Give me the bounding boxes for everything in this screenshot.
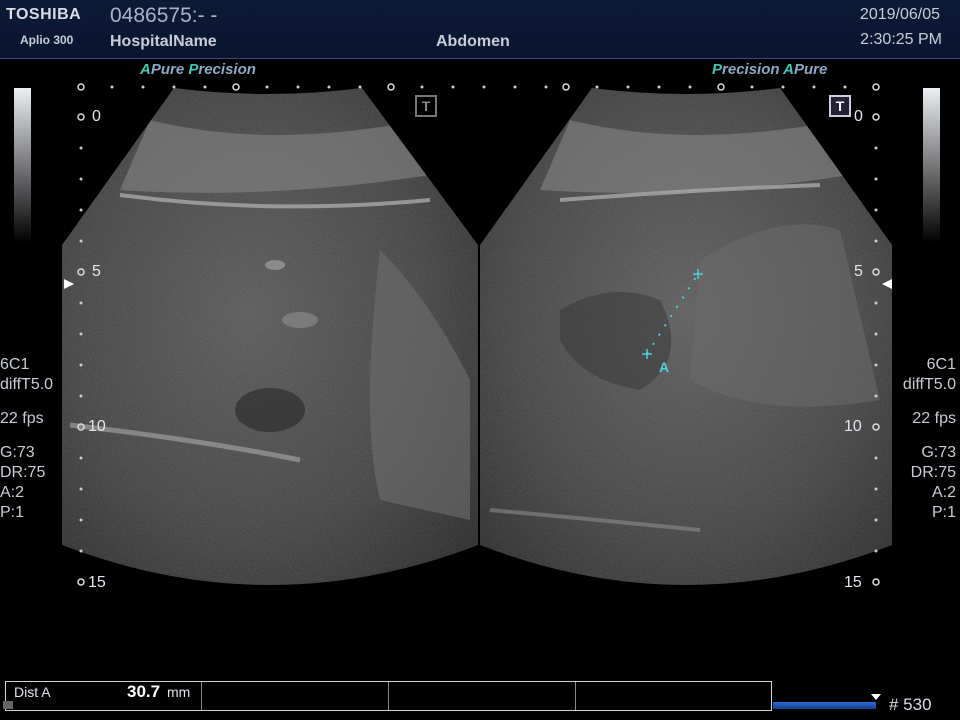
measurement-label: Dist A (14, 684, 51, 700)
grayscale-bar-left (14, 88, 31, 243)
dynamic-range-label: DR:75 (0, 464, 46, 481)
settings-panel-right: 6C1 diffT5.0 22 fps G:73 DR:75 A:2 P:1 (903, 355, 956, 523)
cine-progress-bar[interactable] (773, 702, 876, 709)
probe-label: 6C1 (0, 356, 30, 373)
depth-label-5-left: 5 (92, 263, 101, 280)
caliper-label: A (659, 359, 670, 375)
cine-position-marker[interactable] (871, 694, 881, 700)
fps-label: 22 fps (0, 410, 44, 427)
gain-label: G:73 (921, 444, 956, 461)
ultrasound-image-left (62, 88, 478, 585)
depth-label-5-right: 5 (854, 263, 863, 280)
grayscale-bar-right (923, 88, 940, 243)
mode-label: diffT5.0 (0, 376, 54, 393)
measurement-table: Dist A 30.7 mm (5, 681, 772, 711)
depth-label-10-left: 10 (88, 418, 106, 435)
depth-label-15-left: 15 (88, 574, 106, 591)
transducer-orientation-right[interactable]: T (829, 95, 851, 117)
depth-label-10-right: 10 (844, 418, 862, 435)
probe-label: 6C1 (926, 356, 956, 373)
lateral-scale (110, 83, 847, 91)
fps-label: 22 fps (912, 410, 956, 427)
settings-panel-left: 6C1 diffT5.0 22 fps G:73 DR:75 A:2 P:1 (0, 355, 53, 523)
transducer-orientation-left[interactable]: T (415, 95, 437, 117)
ultrasound-image-right (480, 88, 892, 585)
ultrasound-display (62, 83, 892, 586)
gain-label: G:73 (0, 444, 35, 461)
measurement-cell-empty (389, 682, 576, 710)
mode-label: diffT5.0 (902, 376, 956, 393)
measurement-cell-empty (576, 682, 771, 710)
a-label: A:2 (0, 484, 25, 501)
measurement-cell-empty (202, 682, 389, 710)
measurement-value: 30.7 (127, 682, 161, 701)
measurement-unit: mm (167, 684, 191, 700)
cine-start-marker (3, 701, 13, 709)
measurement-cell: Dist A 30.7 mm (6, 682, 202, 710)
frame-counter: # 530 (889, 695, 932, 714)
p-label: P:1 (931, 504, 956, 521)
depth-label-0-right: 0 (854, 108, 863, 125)
depth-label-15-right: 15 (844, 574, 862, 591)
dynamic-range-label: DR:75 (910, 464, 956, 481)
p-label: P:1 (0, 504, 25, 521)
a-label: A:2 (931, 484, 956, 501)
depth-label-0-left: 0 (92, 108, 101, 125)
